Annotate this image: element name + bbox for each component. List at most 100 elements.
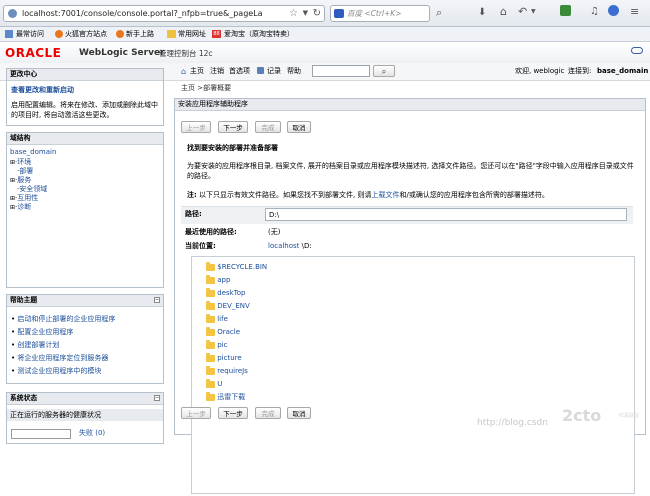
bookmark-newbie-icon (116, 30, 124, 38)
folder-item[interactable]: $RECYCLE.BIN (206, 261, 267, 274)
current-location-value: localhost \D: (268, 242, 312, 251)
console-search-button[interactable]: ⌕ (373, 65, 395, 77)
recent-paths-label: 最近使用的路径: (185, 228, 237, 236)
help-item[interactable]: • 创建部署计划 (11, 341, 161, 354)
step-description: 为要安装的应用程序根目录, 档案文件, 展开的档案目录或应用程序模块描述符, 选… (187, 162, 634, 180)
reload-icon[interactable]: ↻ (313, 7, 321, 20)
header-right-icon[interactable] (631, 47, 643, 54)
home-link-icon: ⌂ (181, 67, 187, 76)
tree-item-diagnostics[interactable]: ⊞·诊断 (10, 203, 47, 212)
collapse-icon[interactable]: − (154, 297, 160, 303)
finish-button-bottom[interactable]: 完成 (255, 407, 281, 419)
folder-icon (206, 261, 215, 271)
addon-icon[interactable] (560, 5, 571, 16)
bookmark-most-visited[interactable]: 最常访问 (16, 29, 44, 39)
help-item[interactable]: • 配置企业应用程序 (11, 328, 161, 341)
toolbar-record[interactable]: 记录 (267, 67, 281, 76)
domain-root-link[interactable]: base_domain (10, 148, 56, 157)
record-icon (257, 67, 264, 74)
expand-icon[interactable]: ⊞ (10, 177, 15, 184)
location-dir: \D: (301, 242, 312, 250)
domain-structure-title: 域结构 (7, 133, 163, 145)
current-location-label: 当前位置: (185, 242, 216, 250)
address-url: localhost:7001/console/console.portal?_n… (22, 9, 263, 18)
cancel-button-bottom[interactable]: 取消 (287, 407, 311, 419)
expand-icon[interactable]: ⊞ (10, 159, 15, 166)
main-panel-title: 安装应用程序辅助程序 (175, 99, 645, 111)
upload-files-link[interactable]: 上载文件 (372, 191, 400, 199)
folder-item[interactable]: app (206, 274, 267, 287)
folder-list: $RECYCLE.BIN app deskTop DEV_ENV life Or… (191, 256, 635, 494)
folder-item[interactable]: picture (206, 352, 267, 365)
oracle-logo: ORACLE (5, 46, 62, 60)
help-item[interactable]: • 启动和停止部署的企业应用程序 (11, 315, 161, 328)
folder-item[interactable]: life (206, 313, 267, 326)
help-topics-title: 帮助主题 (7, 295, 163, 307)
view-changes-link[interactable]: 查看更改和重新启动 (11, 86, 74, 95)
folder-item[interactable]: pic (206, 339, 267, 352)
dropdown-arrow-icon[interactable]: ▼ (303, 8, 308, 19)
next-button[interactable]: 下一步 (218, 121, 248, 133)
help-item[interactable]: • 测试企业应用程序中的模块 (11, 367, 161, 380)
expand-icon[interactable]: ⊞ (10, 195, 15, 202)
tree-item-interoperability[interactable]: ⊞·互用性 (10, 194, 47, 203)
address-bar[interactable]: localhost:7001/console/console.portal?_n… (3, 5, 325, 22)
back-button[interactable]: 上一步 (181, 121, 211, 133)
folder-item[interactable]: U (206, 378, 267, 391)
folder-icon (206, 313, 215, 323)
toolbar-help[interactable]: 帮助 (287, 67, 301, 76)
back-button-bottom[interactable]: 上一步 (181, 407, 211, 419)
folder-item[interactable]: DEV_ENV (206, 300, 267, 313)
next-button-bottom[interactable]: 下一步 (218, 407, 248, 419)
bell-icon[interactable]: ♫ (590, 5, 599, 18)
extension-dropdown-icon[interactable]: ▼ (531, 7, 536, 17)
breadcrumb[interactable]: 主页 >部署概要 (181, 84, 231, 93)
toolbar-home[interactable]: 主页 (190, 67, 204, 76)
folder-item[interactable]: requireJs (206, 365, 267, 378)
help-item[interactable]: • 将企业应用程序定位到服务器 (11, 354, 161, 367)
collapse-icon[interactable]: − (154, 395, 160, 401)
system-status-panel: 系统状态 − 正在运行的服务器的健康状况 失败 (0) (6, 392, 164, 444)
search-icon: ⌕ (381, 67, 387, 76)
change-center-panel: 更改中心 查看更改和重新启动 启用配置编辑。将来在修改、添加或删除此域中的项目时… (6, 68, 164, 126)
tree-item-environment[interactable]: ⊞·环境 (10, 158, 47, 167)
cancel-button[interactable]: 取消 (287, 121, 311, 133)
finish-button[interactable]: 完成 (255, 121, 281, 133)
bookmark-folder-icon (167, 30, 176, 38)
bookmark-taobao[interactable]: 爱淘宝（原淘宝特卖） (224, 29, 294, 39)
home-icon[interactable]: ⌂ (500, 5, 507, 18)
paw-icon[interactable] (608, 5, 619, 16)
folder-item[interactable]: deskTop (206, 287, 267, 300)
tree-item-deployments[interactable]: ·部署 (10, 167, 47, 176)
search-engine-icon[interactable] (334, 9, 344, 18)
folder-icon (206, 352, 215, 362)
recent-paths-value: (无) (268, 228, 281, 236)
folder-icon (206, 339, 215, 349)
search-go-icon[interactable]: ⌕ (436, 6, 442, 19)
domain-structure-panel: 域结构 base_domain ⊞·环境 ·部署 ⊞·服务 ·安全领域 ⊞·互用… (6, 132, 164, 288)
menu-icon[interactable]: ≡ (630, 5, 639, 18)
bookmark-getting-started[interactable]: 新手上路 (126, 29, 154, 39)
tree-item-services[interactable]: ⊞·服务 (10, 176, 47, 185)
product-suffix: 管理控制台 12c (159, 49, 213, 58)
expand-icon[interactable]: ⊞ (10, 204, 15, 211)
system-status-subtitle: 正在运行的服务器的健康状况 (7, 409, 163, 421)
console-search-input[interactable] (312, 65, 370, 77)
folder-item[interactable]: Oracle (206, 326, 267, 339)
toolbar-logout[interactable]: 注销 (210, 67, 224, 76)
bookmark-star-icon[interactable]: ☆ (289, 7, 298, 20)
path-input[interactable]: D:\ (265, 208, 627, 221)
location-host-link[interactable]: localhost (268, 242, 299, 250)
search-box[interactable]: 百度 <Ctrl+K> (330, 5, 430, 22)
tree-item-security-realms[interactable]: ·安全领域 (10, 185, 47, 194)
undo-icon[interactable]: ↶ (518, 5, 527, 18)
downloads-icon[interactable]: ⬇ (478, 6, 486, 19)
folder-icon (206, 365, 215, 375)
bookmark-common-sites[interactable]: 常用网址 (178, 29, 206, 39)
folder-item[interactable]: 迅雷下载 (206, 391, 267, 404)
bookmark-firefox-site[interactable]: 火狐官方站点 (65, 29, 107, 39)
search-placeholder: 百度 <Ctrl+K> (347, 9, 402, 18)
bookmark-firefox-icon (55, 30, 63, 38)
toolbar-preferences[interactable]: 首选项 (229, 67, 250, 76)
folder-icon (206, 391, 215, 401)
